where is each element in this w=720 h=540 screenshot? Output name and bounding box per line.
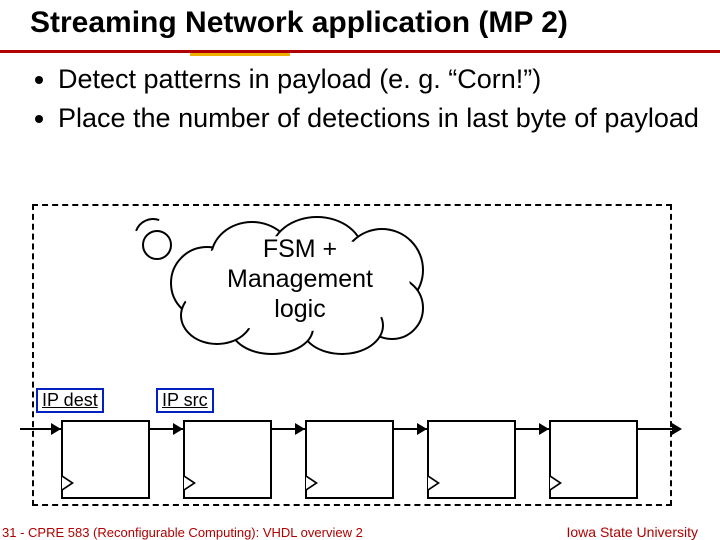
bullet-1: Detect patterns in payload (e. g. “Corn!… (58, 62, 700, 97)
arrow-1-2 (173, 423, 183, 435)
divider-red (0, 50, 720, 53)
divider-yellow (190, 53, 290, 56)
arrow-4-5 (539, 423, 549, 435)
cloud-line2: Management (160, 264, 440, 294)
cloud-line1: FSM + (160, 234, 440, 264)
footer-right: Iowa State University (565, 524, 701, 540)
register-3 (305, 420, 394, 499)
arrow-2-3 (295, 423, 305, 435)
label-ip-src: IP src (156, 388, 214, 413)
arrow-out (672, 423, 682, 435)
register-2 (183, 420, 272, 499)
bullet-list: Detect patterns in payload (e. g. “Corn!… (30, 62, 700, 140)
cloud-fsm: FSM + Management logic (160, 216, 440, 356)
slide-title: Streaming Network application (MP 2) (30, 6, 710, 40)
wire-out (636, 428, 676, 430)
cloud-line3: logic (160, 294, 440, 324)
footer-left: 31 - CPRE 583 (Reconfigurable Computing)… (0, 525, 365, 540)
cloud-text: FSM + Management logic (160, 234, 440, 324)
arrow-in (51, 423, 61, 435)
slide: Streaming Network application (MP 2) Det… (0, 0, 720, 540)
register-1 (61, 420, 150, 499)
register-5 (549, 420, 638, 499)
register-4 (427, 420, 516, 499)
arrow-3-4 (417, 423, 427, 435)
bullet-2: Place the number of detections in last b… (58, 101, 700, 136)
label-ip-dest: IP dest (36, 388, 104, 413)
